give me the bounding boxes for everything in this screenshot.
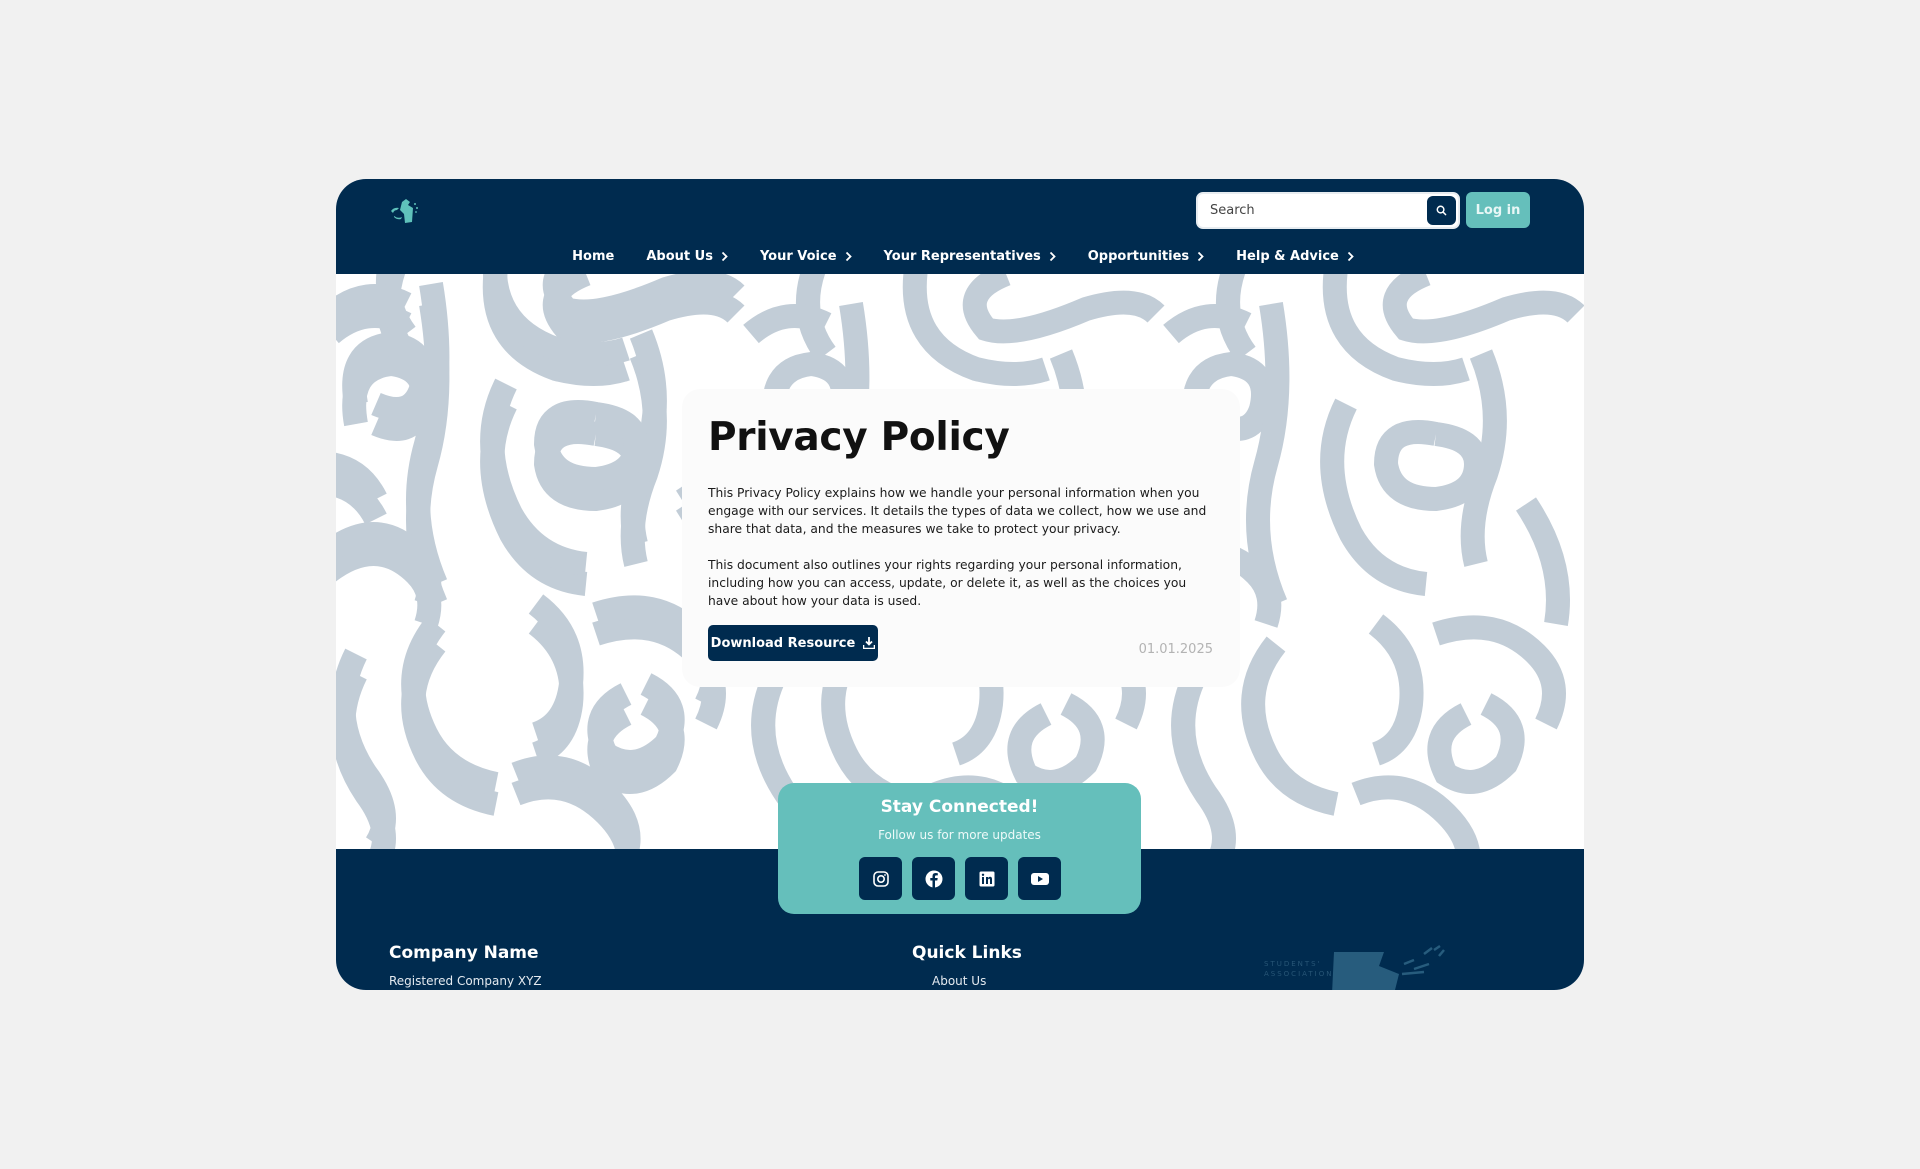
youtube-button[interactable] bbox=[1018, 857, 1061, 900]
instagram-button[interactable] bbox=[859, 857, 902, 900]
page-frame: Log in Home About Us Your Voice Your Rep… bbox=[336, 179, 1584, 990]
nav-label: Help & Advice bbox=[1236, 249, 1339, 264]
instagram-icon bbox=[872, 870, 889, 887]
footer-quick-links-title: Quick Links bbox=[912, 943, 1022, 963]
search-input[interactable] bbox=[1210, 194, 1420, 227]
linkedin-button[interactable] bbox=[965, 857, 1008, 900]
nav-item-about-us[interactable]: About Us bbox=[646, 249, 728, 264]
logo-icon[interactable] bbox=[388, 196, 424, 226]
nav-item-your-voice[interactable]: Your Voice bbox=[760, 249, 852, 264]
facebook-button[interactable] bbox=[912, 857, 955, 900]
chevron-right-icon bbox=[1347, 251, 1354, 262]
download-icon bbox=[863, 637, 876, 649]
linkedin-icon bbox=[979, 871, 994, 886]
social-links bbox=[859, 857, 1061, 900]
footer-link-about-us[interactable]: About Us bbox=[932, 974, 986, 988]
nav-item-opportunities[interactable]: Opportunities bbox=[1088, 249, 1204, 264]
nav-label: About Us bbox=[646, 249, 713, 264]
chevron-right-icon bbox=[1049, 251, 1056, 262]
students-association-watermark-icon: STUDENTS' ASSOCIATION bbox=[1264, 944, 1445, 990]
login-button[interactable]: Log in bbox=[1466, 192, 1530, 228]
search-icon bbox=[1436, 205, 1447, 216]
search-button[interactable] bbox=[1427, 196, 1456, 225]
download-resource-button[interactable]: Download Resource bbox=[708, 625, 878, 661]
site-header: Log in Home About Us Your Voice Your Rep… bbox=[336, 179, 1584, 274]
document-description: This Privacy Policy explains how we hand… bbox=[708, 486, 1207, 536]
footer-company-title: Company Name bbox=[389, 943, 539, 963]
nav-label: Your Representatives bbox=[883, 249, 1041, 264]
stay-connected-card: Stay Connected! Follow us for more updat… bbox=[778, 783, 1141, 914]
document-description: This document also outlines your rights … bbox=[708, 558, 1187, 608]
document-title: Privacy Policy bbox=[708, 415, 1010, 460]
document-date: 01.01.2025 bbox=[1138, 642, 1213, 657]
watermark-text-1: STUDENTS' bbox=[1264, 960, 1322, 968]
facebook-icon bbox=[925, 870, 942, 888]
watermark-text-2: ASSOCIATION bbox=[1264, 970, 1333, 978]
hero-section: PDF Privacy Policy This Privacy Policy e… bbox=[336, 274, 1584, 854]
nav-item-help-advice[interactable]: Help & Advice bbox=[1236, 249, 1354, 264]
nav-label: Opportunities bbox=[1087, 249, 1190, 264]
nav-item-home[interactable]: Home bbox=[572, 249, 614, 264]
main-nav: Home About Us Your Voice Your Representa… bbox=[336, 249, 1584, 264]
nav-label: Home bbox=[572, 249, 615, 264]
stay-connected-title: Stay Connected! bbox=[880, 797, 1039, 817]
nav-label: Your Voice bbox=[759, 249, 837, 264]
footer-company-text: Registered Company XYZ bbox=[389, 974, 542, 988]
chevron-right-icon bbox=[1198, 251, 1204, 262]
search-box bbox=[1196, 192, 1460, 229]
chevron-right-icon bbox=[845, 251, 852, 262]
nav-item-your-representatives[interactable]: Your Representatives bbox=[884, 249, 1056, 264]
stay-connected-subtitle: Follow us for more updates bbox=[878, 828, 1041, 842]
chevron-right-icon bbox=[721, 251, 728, 262]
download-label: Download Resource bbox=[710, 635, 856, 651]
document-card: Privacy Policy This Privacy Policy expla… bbox=[682, 389, 1240, 687]
youtube-icon bbox=[1030, 872, 1049, 885]
